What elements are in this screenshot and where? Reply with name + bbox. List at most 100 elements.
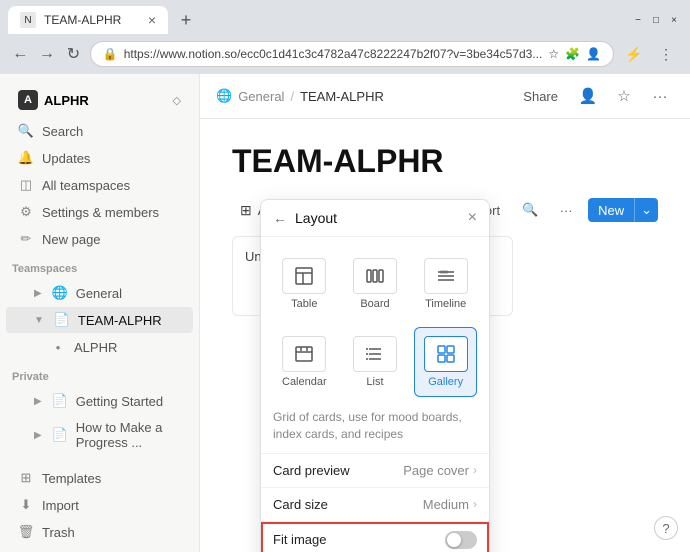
- card-size-prop[interactable]: Card size Medium ›: [261, 488, 489, 522]
- chevron-icon: ▶: [34, 288, 42, 299]
- sidebar-item-alphr-child[interactable]: • ALPHR: [6, 334, 193, 360]
- sidebar-label-templates: Templates: [42, 471, 101, 486]
- panel-back-btn[interactable]: ←: [273, 210, 287, 226]
- address-bar[interactable]: 🔒 https://www.notion.so/ecc0c1d41c3c4782…: [90, 41, 614, 67]
- fit-image-prop[interactable]: Fit image: [261, 522, 489, 552]
- sidebar-item-trash[interactable]: 🗑 Trash: [6, 519, 193, 545]
- layout-option-calendar[interactable]: Calendar: [273, 327, 336, 397]
- trash-icon: 🗑: [18, 524, 34, 540]
- sidebar-item-all-teamspaces[interactable]: ◫ All teamspaces: [6, 172, 193, 198]
- getting-started-icon: 📄: [52, 393, 68, 409]
- panel-description: Grid of cards, use for mood boards, inde…: [261, 409, 489, 454]
- toggle-knob: [447, 533, 461, 547]
- sidebar: A ALPHR ◇ 🔍 Search 🔔 Updates ◫ All teams…: [0, 74, 200, 552]
- refresh-btn[interactable]: ↻: [63, 40, 84, 68]
- alphr-child-icon: •: [50, 339, 66, 355]
- teamspaces-label: Teamspaces: [0, 253, 199, 279]
- new-chevron-icon[interactable]: ⌄: [634, 198, 658, 222]
- bell-icon: 🔔: [18, 150, 34, 166]
- fit-image-label: Fit image: [273, 532, 445, 547]
- layout-option-board[interactable]: Board: [344, 249, 407, 319]
- list-label: List: [366, 376, 383, 388]
- more-options-btn[interactable]: ···: [646, 82, 674, 110]
- timeline-icon: [424, 258, 468, 294]
- team-alphr-icon: 📄: [54, 312, 70, 328]
- menu-btn[interactable]: ⋮: [652, 40, 680, 68]
- tab-title: TEAM-ALPHR: [44, 13, 121, 27]
- board-label: Board: [360, 298, 389, 310]
- sidebar-item-how-to-progress[interactable]: ▶ 📄 How to Make a Progress ...: [6, 415, 193, 455]
- breadcrumb-parent[interactable]: General: [238, 89, 284, 104]
- sidebar-item-new-page[interactable]: ✏ New page: [6, 226, 193, 252]
- timeline-label: Timeline: [425, 298, 466, 310]
- url-text: https://www.notion.so/ecc0c1d41c3c4782a4…: [124, 47, 543, 61]
- search-db-btn[interactable]: 🔍: [516, 196, 544, 224]
- layout-option-table[interactable]: Table: [273, 249, 336, 319]
- lock-icon: 🔒: [103, 47, 118, 61]
- layout-option-gallery[interactable]: Gallery: [414, 327, 477, 397]
- sidebar-item-import[interactable]: ⬇ Import: [6, 492, 193, 518]
- profile-icon[interactable]: 👤: [586, 47, 601, 61]
- new-tab-btn[interactable]: +: [172, 6, 200, 34]
- sidebar-label-general: General: [76, 286, 122, 301]
- new-record-btn[interactable]: New ⌄: [588, 198, 658, 222]
- user-icon-btn[interactable]: 👤: [574, 82, 602, 110]
- breadcrumb: 🌐 General / TEAM-ALPHR: [216, 88, 507, 104]
- layout-panel: ← Layout × Table Board: [260, 199, 490, 552]
- favorite-btn[interactable]: ☆: [610, 82, 638, 110]
- extensions-btn[interactable]: ⚡: [620, 40, 648, 68]
- help-btn[interactable]: ?: [654, 516, 678, 540]
- panel-close-btn[interactable]: ×: [468, 210, 477, 226]
- card-size-chevron-icon: ›: [473, 497, 477, 511]
- search-icon: 🔍: [18, 123, 34, 139]
- teamspaces-icon: ◫: [18, 177, 34, 193]
- tab-bar: N TEAM-ALPHR × + − □ ×: [0, 0, 690, 34]
- more-db-btn[interactable]: ···: [552, 196, 580, 224]
- maximize-btn[interactable]: □: [648, 12, 664, 28]
- sidebar-item-templates[interactable]: ⊞ Templates: [6, 465, 193, 491]
- page-content: TEAM-ALPHR ⊞ ALPHR ⌄ Filter Sort 🔍 ··· N…: [200, 119, 690, 552]
- main-content: 🌐 General / TEAM-ALPHR Share 👤 ☆ ··· TEA…: [200, 74, 690, 552]
- sidebar-label-import: Import: [42, 498, 79, 513]
- general-icon: 🌐: [52, 285, 68, 301]
- share-btn[interactable]: Share: [515, 85, 566, 108]
- gallery-view-icon: ⊞: [240, 202, 252, 219]
- sidebar-item-getting-started[interactable]: ▶ 📄 Getting Started: [6, 388, 193, 414]
- active-tab[interactable]: N TEAM-ALPHR ×: [8, 6, 168, 34]
- panel-title: Layout: [295, 210, 460, 226]
- star-icon[interactable]: ☆: [548, 47, 559, 61]
- browser-chrome: N TEAM-ALPHR × + − □ × ← → ↻ 🔒 https://w…: [0, 0, 690, 74]
- close-btn[interactable]: ×: [666, 12, 682, 28]
- breadcrumb-current: TEAM-ALPHR: [300, 89, 384, 104]
- layout-option-timeline[interactable]: Timeline: [414, 249, 477, 319]
- workspace-selector[interactable]: A ALPHR ◇: [6, 84, 193, 116]
- minimize-btn[interactable]: −: [630, 12, 646, 28]
- how-to-progress-icon: 📄: [52, 427, 68, 443]
- card-preview-chevron-icon: ›: [473, 463, 477, 477]
- sidebar-label-all-teamspaces: All teamspaces: [42, 178, 130, 193]
- sidebar-item-settings[interactable]: ⚙ Settings & members: [6, 199, 193, 225]
- sidebar-item-updates[interactable]: 🔔 Updates: [6, 145, 193, 171]
- forward-btn[interactable]: →: [37, 40, 58, 68]
- sidebar-item-search[interactable]: 🔍 Search: [6, 118, 193, 144]
- sidebar-item-team-alphr[interactable]: ▼ 📄 TEAM-ALPHR: [6, 307, 193, 333]
- card-preview-prop[interactable]: Card preview Page cover ›: [261, 454, 489, 488]
- sidebar-label-search: Search: [42, 124, 83, 139]
- card-size-value: Medium: [423, 497, 469, 512]
- layout-option-list[interactable]: List: [344, 327, 407, 397]
- tab-favicon: N: [20, 12, 36, 28]
- panel-header: ← Layout ×: [261, 200, 489, 237]
- new-page-icon: ✏: [18, 231, 34, 247]
- card-size-label: Card size: [273, 497, 423, 512]
- tab-close-btn[interactable]: ×: [148, 13, 156, 27]
- templates-icon: ⊞: [18, 470, 34, 486]
- back-btn[interactable]: ←: [10, 40, 31, 68]
- sidebar-item-general[interactable]: ▶ 🌐 General: [6, 280, 193, 306]
- extensions-icon[interactable]: 🧩: [565, 47, 580, 61]
- import-icon: ⬇: [18, 497, 34, 513]
- sidebar-label-how-to-progress: How to Make a Progress ...: [76, 420, 181, 450]
- sidebar-label-updates: Updates: [42, 151, 90, 166]
- fit-image-toggle[interactable]: [445, 531, 477, 549]
- chevron-down-icon: ▼: [34, 315, 44, 326]
- new-label: New: [588, 199, 634, 222]
